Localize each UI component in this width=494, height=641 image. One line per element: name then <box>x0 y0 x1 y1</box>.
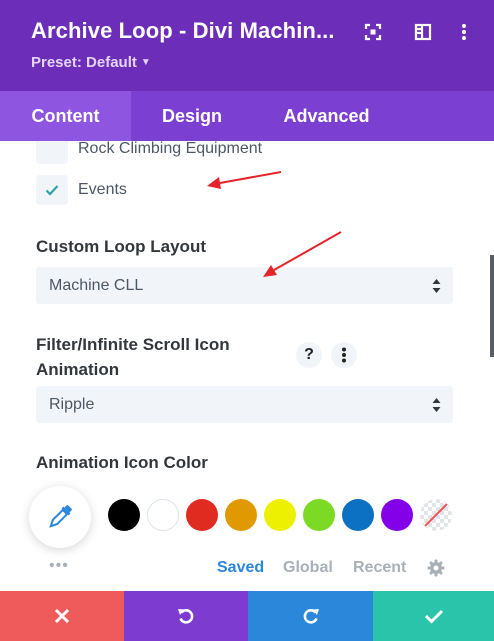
cancel-button[interactable] <box>0 591 124 641</box>
undo-icon <box>178 609 194 624</box>
palette-settings-gear-icon[interactable] <box>427 559 445 577</box>
palette-tab-global[interactable]: Global <box>283 559 333 577</box>
more-colors-icon[interactable]: ••• <box>49 557 69 575</box>
color-swatch-red[interactable] <box>186 499 218 531</box>
save-button[interactable] <box>373 591 494 641</box>
undo-button[interactable] <box>124 591 248 641</box>
redo-icon <box>303 609 319 624</box>
close-icon <box>54 608 70 624</box>
redo-button[interactable] <box>248 591 373 641</box>
color-swatch-yellow[interactable] <box>264 499 296 531</box>
color-swatch-blue[interactable] <box>342 499 374 531</box>
color-swatch-transparent[interactable] <box>420 499 452 531</box>
eyedropper-picker-button[interactable] <box>29 486 91 548</box>
color-swatch-green[interactable] <box>303 499 335 531</box>
check-icon <box>424 609 443 624</box>
color-swatch-purple[interactable] <box>381 499 413 531</box>
color-swatch-black[interactable] <box>108 499 140 531</box>
color-swatch-white[interactable] <box>147 499 179 531</box>
annotation-arrow <box>263 231 342 277</box>
palette-tab-saved[interactable]: Saved <box>217 559 264 577</box>
annotation-arrow <box>207 171 282 189</box>
eyedropper-icon <box>49 505 72 528</box>
palette-tab-recent[interactable]: Recent <box>353 559 406 577</box>
transparent-swatch-icon <box>420 499 452 531</box>
color-swatch-orange[interactable] <box>225 499 257 531</box>
